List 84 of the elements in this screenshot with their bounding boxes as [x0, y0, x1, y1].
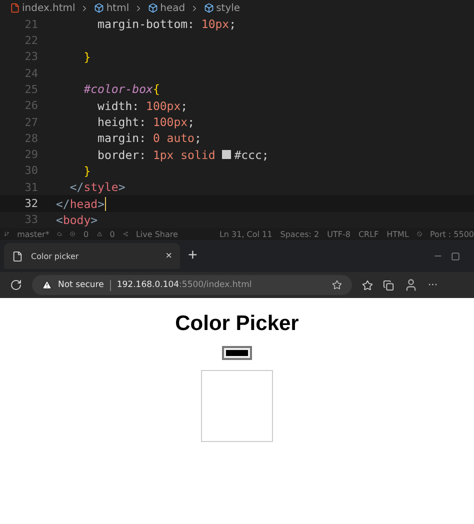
code-token: head [70, 196, 98, 211]
favorites-icon[interactable] [362, 280, 373, 290]
live-share-button[interactable]: Live Share [136, 230, 178, 238]
star-icon[interactable] [332, 280, 342, 290]
status-item[interactable]: CRLF [358, 230, 379, 238]
code-token: height: [96, 115, 148, 130]
code-token: } [82, 50, 91, 64]
line-number: 21 [24, 18, 38, 31]
line-number: 23 [24, 50, 38, 64]
code-token: #ccc; [234, 148, 269, 162]
code-token: > [118, 180, 126, 194]
line-number: 22 [24, 34, 38, 47]
collections-icon[interactable] [383, 280, 394, 290]
code-token: </ [56, 196, 70, 211]
breadcrumb-item[interactable]: html [94, 2, 130, 14]
code-token: ; [180, 98, 188, 113]
code-token: margin-bottom: [96, 17, 196, 32]
line-number: 24 [24, 66, 38, 80]
cube-icon [204, 3, 214, 13]
status-item[interactable]: HTML [386, 230, 409, 238]
page-heading: Color Picker [175, 312, 299, 336]
file-icon [10, 3, 20, 13]
url-text: 192.168.0.104:5500/index.html [116, 280, 252, 290]
code-token: style [84, 180, 118, 194]
code-token: width: [96, 98, 140, 113]
color-box [201, 370, 273, 442]
line-number: 28 [24, 132, 38, 145]
code-token: < [56, 212, 63, 227]
maximize-icon[interactable] [451, 252, 460, 260]
code-token: 0 auto [152, 131, 194, 146]
code-token: #color-box [82, 82, 153, 96]
code-token: 100px [152, 115, 188, 130]
reload-icon[interactable] [10, 279, 22, 291]
cloud-icon[interactable] [57, 230, 62, 238]
code-token: ; [194, 131, 202, 146]
branch-status[interactable]: master* [17, 230, 50, 238]
code-token: > [98, 196, 104, 211]
breadcrumb-item[interactable]: head [148, 2, 186, 14]
close-tab-button[interactable]: × [166, 250, 172, 262]
status-item[interactable]: Spaces: 2 [280, 230, 320, 238]
address-bar[interactable]: Not secure 192.168.0.104:5500/index.html [32, 275, 352, 295]
text-cursor [104, 196, 106, 211]
port-icon[interactable] [416, 230, 422, 238]
new-tab-button[interactable]: + [188, 247, 198, 265]
color-input[interactable] [222, 346, 252, 360]
line-number: 27 [24, 116, 38, 129]
line-number: 31 [24, 180, 38, 194]
avatar-icon[interactable] [404, 278, 418, 292]
warning-icon[interactable] [96, 230, 102, 238]
security-label[interactable]: Not secure [58, 280, 104, 290]
status-item[interactable]: UTF-8 [327, 230, 350, 238]
line-number: 25 [24, 82, 38, 96]
code-token: ; [229, 17, 236, 32]
breadcrumb-item[interactable]: style [204, 2, 240, 14]
line-number: 26 [24, 99, 38, 112]
code-token: 10px [201, 17, 230, 32]
error-count[interactable]: 0 [84, 230, 89, 238]
code-token: > [90, 212, 98, 227]
share-icon[interactable] [122, 230, 128, 238]
port-status[interactable]: Port : 5500 [430, 230, 474, 238]
branch-icon[interactable] [4, 230, 10, 238]
code-token: 1px solid [152, 148, 216, 162]
code-token: margin: [96, 131, 148, 146]
warning-icon [42, 280, 52, 290]
line-number: 30 [24, 164, 38, 178]
breadcrumb-item[interactable]: index.html [10, 2, 76, 14]
code-token: body [62, 212, 91, 227]
cube-icon [148, 3, 158, 13]
code-token: ; [188, 115, 194, 130]
code-token: border: [96, 148, 148, 162]
more-button[interactable]: ··· [428, 280, 438, 290]
warning-count[interactable]: 0 [110, 230, 115, 238]
code-token: </ [68, 180, 84, 194]
code-token: 100px [146, 98, 181, 113]
line-number: 33 [24, 213, 38, 226]
code-token: { [152, 82, 160, 96]
page-icon [12, 250, 23, 262]
line-number: 29 [24, 148, 38, 162]
cube-icon [94, 3, 104, 13]
browser-tab[interactable]: Color picker × [4, 243, 180, 269]
status-item[interactable]: Ln 31, Col 11 [219, 230, 272, 238]
code-token: } [82, 164, 91, 178]
error-icon[interactable] [70, 230, 76, 238]
line-number: 32 [24, 197, 38, 210]
